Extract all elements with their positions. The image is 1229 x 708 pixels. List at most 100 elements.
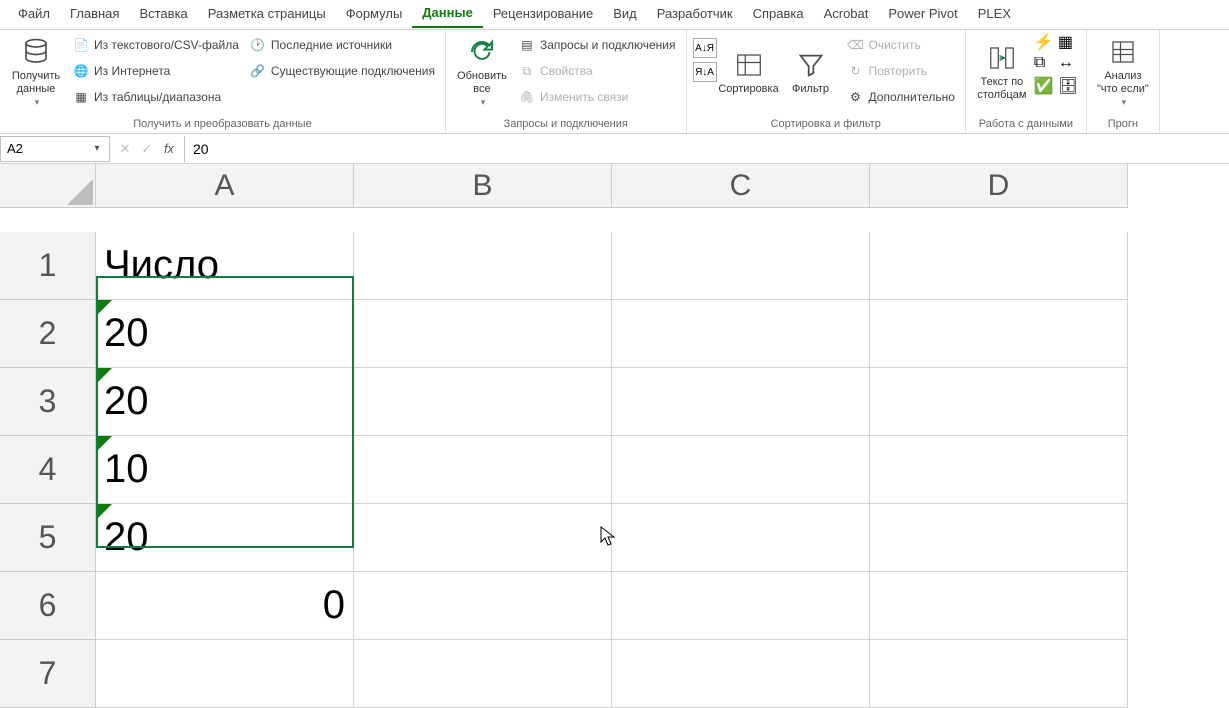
from-web-button[interactable]: 🌐Из Интернета — [68, 58, 243, 84]
tab-insert[interactable]: Вставка — [129, 2, 197, 27]
cell-D7[interactable] — [870, 640, 1128, 708]
tab-review[interactable]: Рецензирование — [483, 2, 603, 27]
data-model-icon[interactable]: 🗄 — [1058, 76, 1080, 98]
cell-C6[interactable] — [612, 572, 870, 640]
refresh-icon — [466, 36, 498, 68]
group-get-transform: Получить данные 📄Из текстового/CSV-файла… — [0, 30, 446, 133]
cell-C1[interactable] — [612, 232, 870, 300]
cell-C4[interactable] — [612, 436, 870, 504]
tab-file[interactable]: Файл — [8, 2, 60, 27]
row-header-2[interactable]: 2 — [0, 300, 96, 368]
cell-B1[interactable] — [354, 232, 612, 300]
cell-B4[interactable] — [354, 436, 612, 504]
tab-home[interactable]: Главная — [60, 2, 129, 27]
cell-B6[interactable] — [354, 572, 612, 640]
data-validation-icon[interactable]: ✅ — [1034, 76, 1056, 98]
table-icon: ▦ — [72, 88, 90, 106]
cell-C2[interactable] — [612, 300, 870, 368]
cell-A5[interactable]: 20 — [96, 504, 354, 572]
queries-connections-label: Запросы и подключения — [540, 38, 676, 52]
cell-B5[interactable] — [354, 504, 612, 572]
cell-D2[interactable] — [870, 300, 1128, 368]
group-whatif: Анализ "что если" Прогн — [1087, 30, 1160, 133]
cell-A6[interactable]: 0 — [96, 572, 354, 640]
remove-duplicates-icon[interactable]: ⧉ — [1034, 54, 1056, 76]
cell-A2[interactable]: 20 — [96, 300, 354, 368]
cell-A3[interactable]: 20 — [96, 368, 354, 436]
row-header-3[interactable]: 3 — [0, 368, 96, 436]
ribbon-tabs: Файл Главная Вставка Разметка страницы Ф… — [0, 0, 1229, 30]
row-header-7[interactable]: 7 — [0, 640, 96, 708]
connections-icon: ▤ — [518, 36, 536, 54]
whatif-button[interactable]: Анализ "что если" — [1093, 32, 1153, 112]
group-queries: Обновить все ▤Запросы и подключения ⧉Сво… — [446, 30, 687, 133]
cell-D4[interactable] — [870, 436, 1128, 504]
cell-D3[interactable] — [870, 368, 1128, 436]
formula-input[interactable] — [184, 136, 1229, 162]
fx-icon[interactable]: fx — [160, 141, 178, 156]
cell-B3[interactable] — [354, 368, 612, 436]
advanced-icon: ⚙ — [847, 88, 865, 106]
advanced-filter-button[interactable]: ⚙Дополнительно — [843, 84, 959, 110]
col-header-D[interactable]: D — [870, 164, 1128, 208]
tab-acrobat[interactable]: Acrobat — [814, 2, 879, 27]
reapply-icon: ↻ — [847, 62, 865, 80]
tab-help[interactable]: Справка — [743, 2, 814, 27]
group-get-transform-label: Получить и преобразовать данные — [6, 116, 439, 133]
consolidate-icon[interactable]: ▦ — [1058, 32, 1080, 54]
row-header-6[interactable]: 6 — [0, 572, 96, 640]
cell-C7[interactable] — [612, 640, 870, 708]
cell-B7[interactable] — [354, 640, 612, 708]
row-header-4[interactable]: 4 — [0, 436, 96, 504]
tab-view[interactable]: Вид — [603, 2, 647, 27]
whatif-label: Анализ "что если" — [1093, 70, 1153, 95]
worksheet[interactable]: A B C D 1 Число 2 20 3 20 4 10 5 20 6 0 … — [0, 164, 1229, 708]
relationships-icon[interactable]: ↔ — [1058, 54, 1080, 76]
row-header-5[interactable]: 5 — [0, 504, 96, 572]
col-header-B[interactable]: B — [354, 164, 612, 208]
sort-asc-icon[interactable]: A↓Я — [693, 38, 717, 58]
cancel-formula-icon[interactable]: ✕ — [116, 141, 134, 157]
cell-A1[interactable]: Число — [96, 232, 354, 300]
cell-C5[interactable] — [612, 504, 870, 572]
tab-plex[interactable]: PLEX — [968, 2, 1021, 27]
tab-data[interactable]: Данные — [412, 1, 483, 28]
select-all-corner[interactable] — [0, 164, 96, 208]
cell-D6[interactable] — [870, 572, 1128, 640]
col-header-A[interactable]: A — [96, 164, 354, 208]
clear-label: Очистить — [869, 38, 921, 52]
tab-formulas[interactable]: Формулы — [336, 2, 413, 27]
from-web-label: Из Интернета — [94, 64, 170, 78]
properties-icon: ⧉ — [518, 62, 536, 80]
recent-sources-button[interactable]: 🕑Последние источники — [245, 32, 439, 58]
filter-button[interactable]: Фильтр — [781, 32, 841, 112]
from-csv-button[interactable]: 📄Из текстового/CSV-файла — [68, 32, 243, 58]
from-table-button[interactable]: ▦Из таблицы/диапазона — [68, 84, 243, 110]
edit-links-label: Изменить связи — [540, 90, 628, 104]
queries-connections-button[interactable]: ▤ Запросы и подключения — [514, 32, 680, 58]
text-to-columns-button[interactable]: Текст по столбцам — [972, 32, 1032, 112]
cell-A4[interactable]: 10 — [96, 436, 354, 504]
col-header-C[interactable]: C — [612, 164, 870, 208]
cell-A7[interactable] — [96, 640, 354, 708]
sort-button[interactable]: Сортировка — [719, 32, 779, 112]
cell-C3[interactable] — [612, 368, 870, 436]
refresh-all-button[interactable]: Обновить все — [452, 32, 512, 112]
name-box-dropdown-icon[interactable]: ▾ — [85, 143, 109, 154]
group-sort-filter: A↓Я Я↓A Сортировка Фильтр ⌫Очистить ↻Пов… — [687, 30, 966, 133]
reapply-button: ↻Повторить — [843, 58, 959, 84]
tab-powerpivot[interactable]: Power Pivot — [878, 2, 967, 27]
tab-pagelayout[interactable]: Разметка страницы — [198, 2, 336, 27]
sort-desc-icon[interactable]: Я↓A — [693, 62, 717, 82]
enter-formula-icon[interactable]: ✓ — [138, 141, 156, 157]
name-box-input[interactable] — [1, 141, 85, 156]
row-header-1[interactable]: 1 — [0, 232, 96, 300]
cell-D5[interactable] — [870, 504, 1128, 572]
existing-conn-button[interactable]: 🔗Существующие подключения — [245, 58, 439, 84]
cell-D1[interactable] — [870, 232, 1128, 300]
tab-developer[interactable]: Разработчик — [647, 2, 743, 27]
name-box[interactable]: ▾ — [0, 136, 110, 162]
flash-fill-icon[interactable]: ⚡ — [1034, 32, 1056, 54]
cell-B2[interactable] — [354, 300, 612, 368]
get-data-button[interactable]: Получить данные — [6, 32, 66, 112]
